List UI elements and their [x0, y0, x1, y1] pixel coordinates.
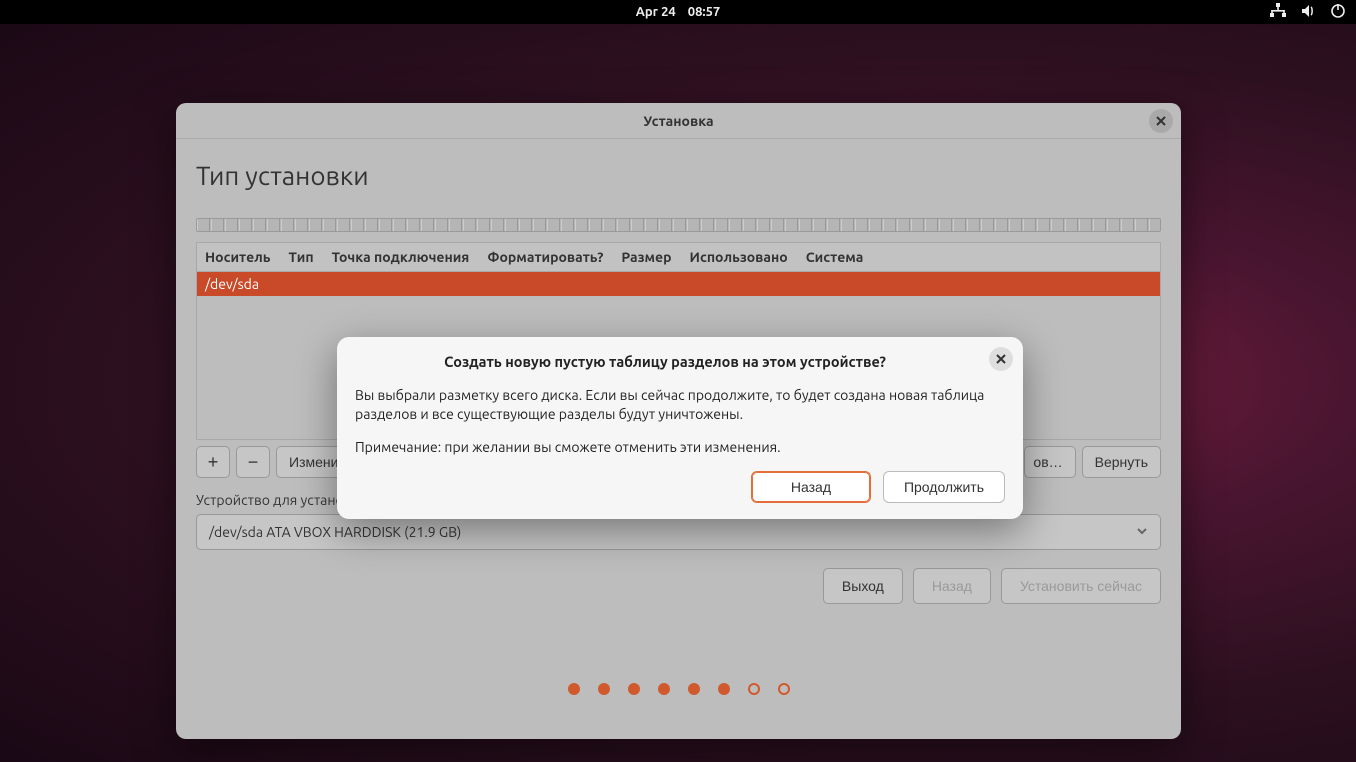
dialog-text-2: Примечание: при желании вы сможете отмен… — [355, 438, 1005, 457]
dialog-close-button[interactable] — [989, 347, 1013, 371]
dialog-back-button[interactable]: Назад — [751, 471, 871, 503]
confirm-dialog: Создать новую пустую таблицу разделов на… — [337, 337, 1023, 519]
dialog-continue-button[interactable]: Продолжить — [883, 471, 1005, 503]
dialog-text-1: Вы выбрали разметку всего диска. Если вы… — [355, 386, 1005, 424]
close-icon — [996, 354, 1006, 364]
dialog-title: Создать новую пустую таблицу разделов на… — [355, 353, 1005, 370]
